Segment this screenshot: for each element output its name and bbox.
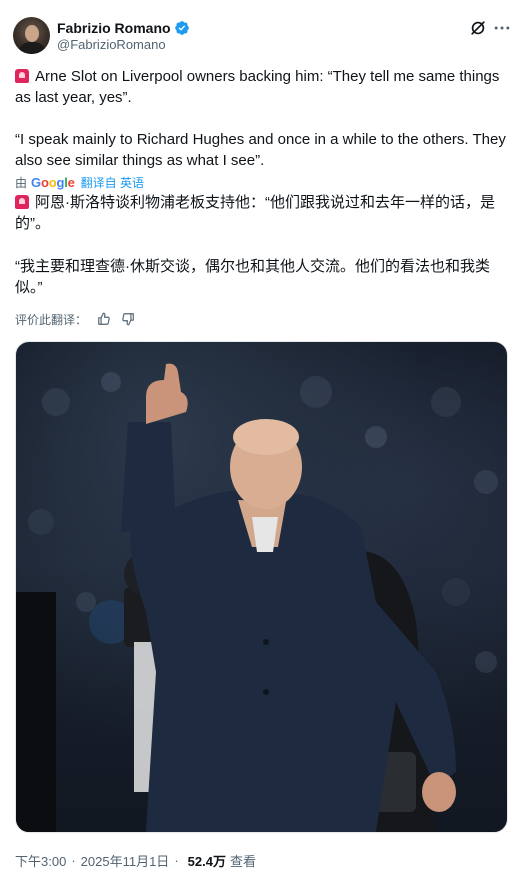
author-name-row: Fabrizio Romano — [57, 18, 190, 38]
tweet-date[interactable]: 2025年11月1日 — [81, 851, 170, 870]
grok-icon[interactable] — [468, 18, 488, 38]
separator-dot: · — [71, 852, 76, 868]
rate-translation-row: 评价此翻译： — [15, 310, 135, 328]
tweet-time[interactable]: 下午3:00 — [15, 851, 66, 870]
avatar[interactable] — [13, 17, 50, 54]
photo-illustration — [16, 363, 498, 832]
siren-icon — [15, 195, 29, 209]
tweet-text-1: Arne Slot on Liverpool owners backing hi… — [15, 68, 500, 106]
display-name[interactable]: Fabrizio Romano — [57, 20, 171, 36]
siren-icon — [15, 69, 29, 83]
more-icon[interactable] — [492, 18, 512, 38]
rate-translation-label: 评价此翻译： — [15, 312, 88, 327]
tweet-paragraph-1: Arne Slot on Liverpool owners backing hi… — [15, 66, 510, 108]
translated-by-label: 由 — [15, 175, 28, 190]
tweet-paragraph-2: “I speak mainly to Richard Hughes and on… — [15, 129, 510, 171]
tweet-card: Fabrizio Romano @FabrizioRomano Arne Slo… — [0, 0, 522, 880]
translation-paragraph-2: “我主要和理查德·休斯交谈，偶尔也和其他人交流。他们的看法也和我类似。” — [15, 256, 510, 298]
thumbs-down-icon[interactable] — [121, 312, 135, 326]
google-logo: Google — [31, 174, 75, 190]
tweet-footer: 下午3:00 · 2025年11月1日 · 52.4万 查看 — [15, 851, 256, 869]
views-label: 查看 — [229, 853, 256, 869]
translation-text-2: “我主要和理查德·休斯交谈，偶尔也和其他人交流。他们的看法也和我类似。” — [15, 258, 490, 296]
thumbs-up-icon[interactable] — [97, 312, 111, 326]
tweet-text-2: “I speak mainly to Richard Hughes and on… — [15, 131, 506, 169]
translated-from-link[interactable]: 翻译自 英语 — [81, 174, 144, 191]
translation-source-row: 由 Google 翻译自 英语 — [15, 173, 144, 191]
translation-paragraph-1: 阿恩·斯洛特谈利物浦老板支持他：“他们跟我说过和去年一样的话，是的”。 — [15, 192, 510, 234]
verified-badge-icon — [174, 21, 189, 35]
tweet-photo[interactable] — [15, 341, 508, 833]
handle[interactable]: @FabrizioRomano — [57, 37, 166, 52]
translation-text-1: 阿恩·斯洛特谈利物浦老板支持他：“他们跟我说过和去年一样的话，是的”。 — [15, 194, 495, 232]
views-count[interactable]: 52.4万 — [188, 851, 226, 870]
separator-dot: · — [174, 852, 179, 868]
